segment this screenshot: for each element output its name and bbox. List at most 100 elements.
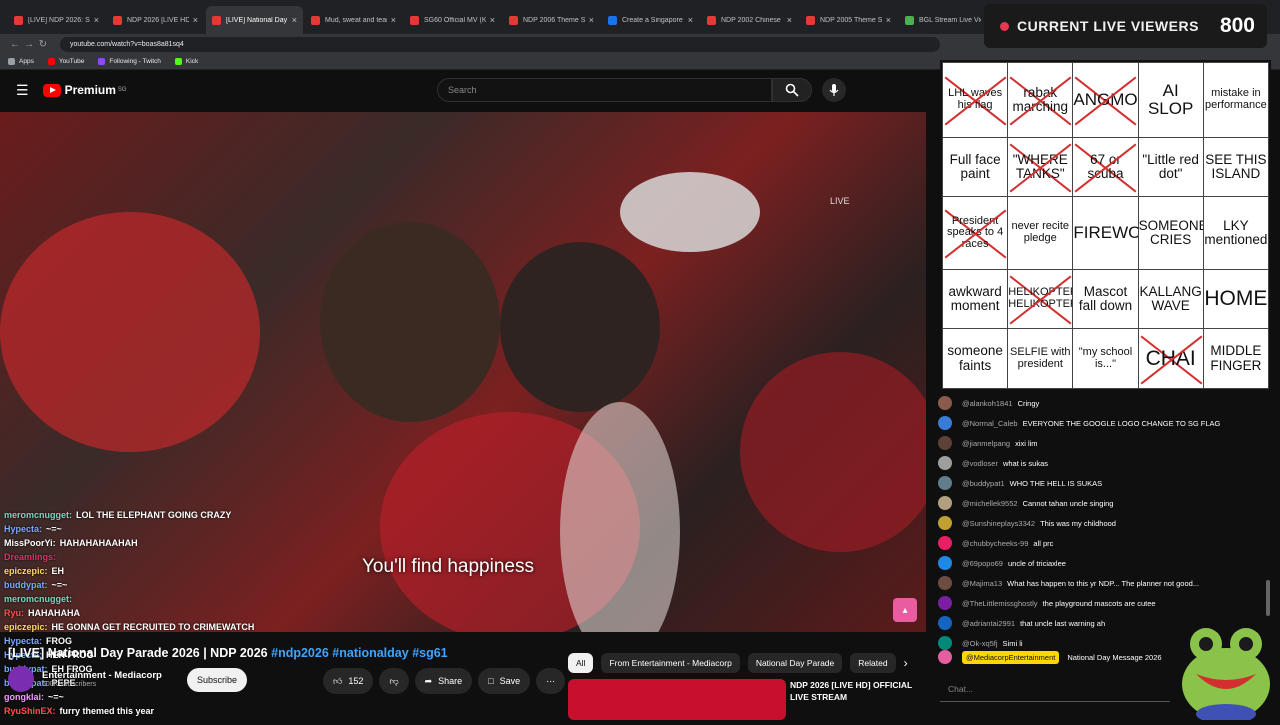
chip-channel[interactable]: From Entertainment - Mediacorp	[601, 653, 740, 673]
microphone-icon	[829, 83, 839, 96]
overlay-chat-line: buddypat: ~=~	[4, 578, 364, 592]
close-tab-icon[interactable]: ×	[490, 15, 495, 25]
chip-related[interactable]: Related	[850, 653, 896, 673]
youtube-icon	[14, 15, 23, 25]
bingo-cell: ANGMOH	[1072, 62, 1139, 138]
chat-username[interactable]: @buddypat1	[962, 479, 1005, 488]
browser-tab[interactable]: NDP 2002 Chinese The ×	[701, 6, 798, 34]
chat-input[interactable]: Chat...	[940, 676, 1170, 702]
url-field[interactable]: youtube.com/watch?v=boas8a81sq4	[60, 36, 940, 52]
bingo-cell-text: SELFIE with president	[1010, 346, 1071, 370]
save-button[interactable]: □ Save	[478, 668, 531, 694]
browser-tab[interactable]: NDP 2005 Theme Song ×	[800, 6, 897, 34]
browser-tab[interactable]: SG60 Official MV (Koala ×	[404, 6, 501, 34]
chat-username[interactable]: @Sunshineplays3342	[962, 519, 1035, 528]
bookmark-kick[interactable]: Kick	[174, 58, 198, 65]
avatar[interactable]	[938, 536, 952, 550]
close-tab-icon[interactable]: ×	[589, 15, 594, 25]
bingo-cell: Full face paint	[941, 136, 1009, 198]
avatar[interactable]	[938, 416, 952, 430]
recommendation-title[interactable]: NDP 2026 [LIVE HD] OFFICIAL LIVE STREAM	[790, 679, 920, 703]
chat-scrollbar[interactable]	[1266, 580, 1270, 616]
subscribe-button[interactable]: Subscribe	[187, 668, 247, 692]
chat-text: What has happen to this yr NDP... The pl…	[1007, 578, 1200, 588]
browser-tab[interactable]: Mud, sweat and tears: ×	[305, 6, 402, 34]
browser-tab[interactable]: Create a Singapore ND ×	[602, 6, 699, 34]
overlay-chat-line: meromcnugget: LOL THE ELEPHANT GOING CRAZ…	[4, 508, 364, 522]
channel-avatar[interactable]	[8, 666, 34, 692]
bingo-cell-text: Mascot fall down	[1078, 283, 1133, 313]
browser-tab[interactable]: NDP 2006 Theme Song ×	[503, 6, 600, 34]
search-input[interactable]: Search	[437, 78, 772, 102]
chat-username[interactable]: @jianmelpang	[962, 439, 1010, 448]
browser-tab[interactable]: BGL Stream Live View×	[899, 6, 996, 34]
channel-name[interactable]: Entertainment - Mediacorp	[42, 670, 162, 681]
avatar[interactable]	[938, 516, 952, 530]
channel-info: Entertainment - Mediacorp 600K subscribe…	[8, 666, 162, 692]
overlay-chat-line: MissPoorYi: HAHAHAHAAHAH	[4, 536, 364, 550]
overlay-chat-line: gongklai: ~=~	[4, 690, 364, 704]
close-tab-icon[interactable]: ×	[688, 15, 693, 25]
chat-username[interactable]: @chubbycheeks-99	[962, 539, 1028, 548]
tab-label: Create a Singapore ND	[622, 16, 684, 24]
region-label: SG	[117, 87, 127, 93]
bookmark-apps[interactable]: Apps	[8, 58, 34, 65]
recommendation-thumbnail[interactable]	[568, 679, 786, 720]
close-tab-icon[interactable]: ×	[886, 15, 891, 25]
avatar[interactable]	[938, 456, 952, 470]
chat-username[interactable]: @Ok-xq5fj	[962, 639, 998, 648]
forward-icon[interactable]: →	[22, 39, 36, 50]
share-button[interactable]: ➦ Share	[414, 668, 473, 694]
youtube-icon	[806, 15, 815, 25]
browser-tab[interactable]: [LIVE] NDP 2026: Singa ×	[8, 6, 105, 34]
bingo-cell: never recite pledge	[1007, 196, 1074, 270]
chat-username[interactable]: @vodloser	[962, 459, 998, 468]
youtube-logo[interactable]: Premium SG	[42, 83, 127, 97]
avatar[interactable]	[938, 616, 952, 630]
hashtag-link[interactable]: #ndp2026	[271, 646, 329, 660]
avatar[interactable]	[938, 596, 952, 610]
close-tab-icon[interactable]: ×	[292, 15, 297, 25]
close-tab-icon[interactable]: ×	[787, 15, 792, 25]
hashtag-link[interactable]: #nationalday	[332, 646, 408, 660]
like-button[interactable]: 👍︎ 152	[323, 668, 374, 694]
close-tab-icon[interactable]: ×	[391, 15, 396, 25]
bookmark-twitch[interactable]: Following - Twitch	[98, 58, 161, 65]
chat-username[interactable]: @michellek9552	[962, 499, 1018, 508]
chat-username[interactable]: @69popo69	[962, 559, 1003, 568]
avatar[interactable]	[938, 576, 952, 590]
overlay-chat-line: epiczepic: EH	[4, 564, 364, 578]
back-icon[interactable]: ←	[8, 39, 22, 50]
avatar[interactable]	[938, 436, 952, 450]
avatar[interactable]	[938, 396, 952, 410]
hashtag-link[interactable]: #sg61	[412, 646, 447, 660]
chat-username[interactable]: @Majima13	[962, 579, 1002, 588]
chat-username[interactable]: @Normal_Caleb	[962, 419, 1018, 428]
chat-username[interactable]: @adriantai2991	[962, 619, 1015, 628]
browser-tab[interactable]: NDP 2026 [LIVE HD] OF ×	[107, 6, 204, 34]
chat-username[interactable]: @alankoh1841	[962, 399, 1013, 408]
close-tab-icon[interactable]: ×	[94, 15, 99, 25]
avatar[interactable]	[938, 476, 952, 490]
reload-icon[interactable]: ↻	[36, 39, 50, 50]
chat-message: @chubbycheeks-99 all prc	[938, 533, 1268, 553]
bookmark-youtube[interactable]: YouTube	[47, 58, 84, 65]
avatar[interactable]	[938, 496, 952, 510]
overlay-chat-text: furry themed this year	[59, 706, 155, 716]
chevron-right-icon[interactable]: ›	[904, 656, 908, 670]
chat-username[interactable]: @TheLittlemissghostly	[962, 599, 1038, 608]
close-tab-icon[interactable]: ×	[193, 15, 198, 25]
chip-ndp[interactable]: National Day Parade	[747, 653, 843, 673]
avatar[interactable]	[938, 556, 952, 570]
browser-tab[interactable]: [LIVE] National Day ×	[206, 6, 303, 34]
search-button[interactable]	[772, 78, 812, 102]
more-actions-button[interactable]: ⋯	[536, 668, 566, 694]
voice-search-button[interactable]	[822, 78, 846, 102]
menu-icon[interactable]: ☰	[16, 82, 29, 99]
video-subtitle: You'll find happiness	[362, 556, 534, 577]
chip-all[interactable]: All	[568, 653, 594, 673]
bingo-cell-text: "Little red dot"	[1142, 151, 1199, 181]
bingo-cell-text: President speaks to 4 races	[946, 214, 1004, 250]
dislike-button[interactable]: 👎︎	[379, 668, 409, 694]
bingo-cell: President speaks to 4 races	[941, 196, 1009, 270]
